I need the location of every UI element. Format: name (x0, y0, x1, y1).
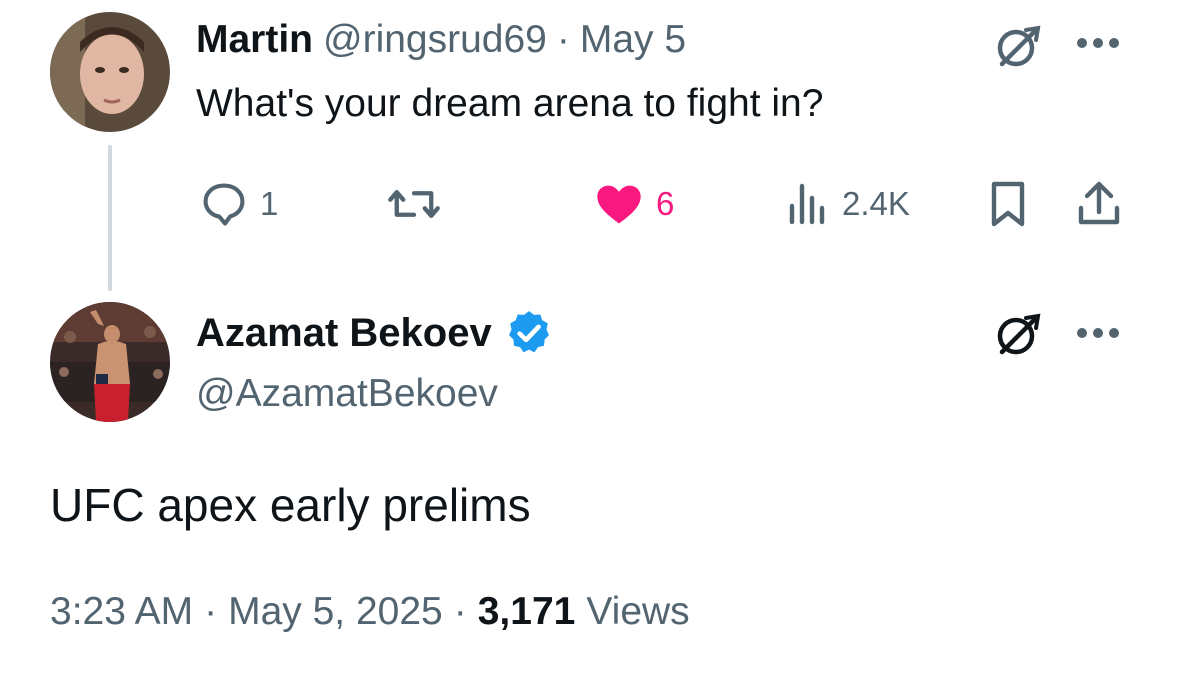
separator: · (556, 18, 570, 61)
like-action[interactable]: 6 (592, 178, 674, 230)
main-tweet-text: UFC apex early prelims (50, 479, 531, 531)
thread-connector-line (108, 145, 112, 291)
grok-icon[interactable] (990, 18, 1046, 74)
reply-tweet-text: What's your dream arena to fight in? (196, 82, 824, 125)
reply-icon (198, 178, 250, 230)
author-name[interactable]: Azamat Bekoev (196, 311, 492, 356)
main-author-row: Azamat Bekoev (196, 308, 554, 358)
retweet-icon (386, 178, 442, 235)
author-handle[interactable]: @ringsrud69 (323, 18, 547, 62)
tweet-date[interactable]: May 5, 2025 (228, 590, 443, 634)
reply-action[interactable]: 1 (198, 178, 278, 230)
tweet-meta: 3:23 AM · May 5, 2025 · 3,171 Views (50, 590, 690, 634)
separator: · (204, 590, 218, 633)
author-handle[interactable]: @AzamatBekoev (196, 372, 498, 416)
like-count: 6 (656, 185, 675, 222)
reply-count: 1 (260, 185, 279, 222)
avatar-azamat[interactable] (50, 302, 170, 422)
tweet-date[interactable]: May 5 (580, 18, 686, 62)
avatar-martin[interactable] (50, 12, 170, 132)
separator: · (453, 590, 467, 633)
reply-header: Martin @ringsrud69 · May 5 (196, 18, 686, 62)
views-count: 3,171 (477, 590, 576, 633)
views-icon (786, 178, 830, 230)
views-action[interactable]: 2.4K (786, 178, 910, 230)
verified-badge-icon[interactable] (504, 308, 554, 358)
more-icon[interactable] (1072, 318, 1124, 348)
views-label: Views (586, 590, 690, 633)
retweet-action[interactable] (386, 178, 442, 235)
more-icon[interactable] (1072, 28, 1124, 58)
tweet-time[interactable]: 3:23 AM (50, 590, 193, 634)
bookmark-icon[interactable] (986, 178, 1030, 230)
views-count: 2.4K (842, 185, 910, 222)
author-name[interactable]: Martin (196, 18, 313, 62)
like-icon (592, 178, 646, 230)
grok-icon[interactable] (990, 306, 1046, 362)
share-icon[interactable] (1074, 178, 1124, 230)
